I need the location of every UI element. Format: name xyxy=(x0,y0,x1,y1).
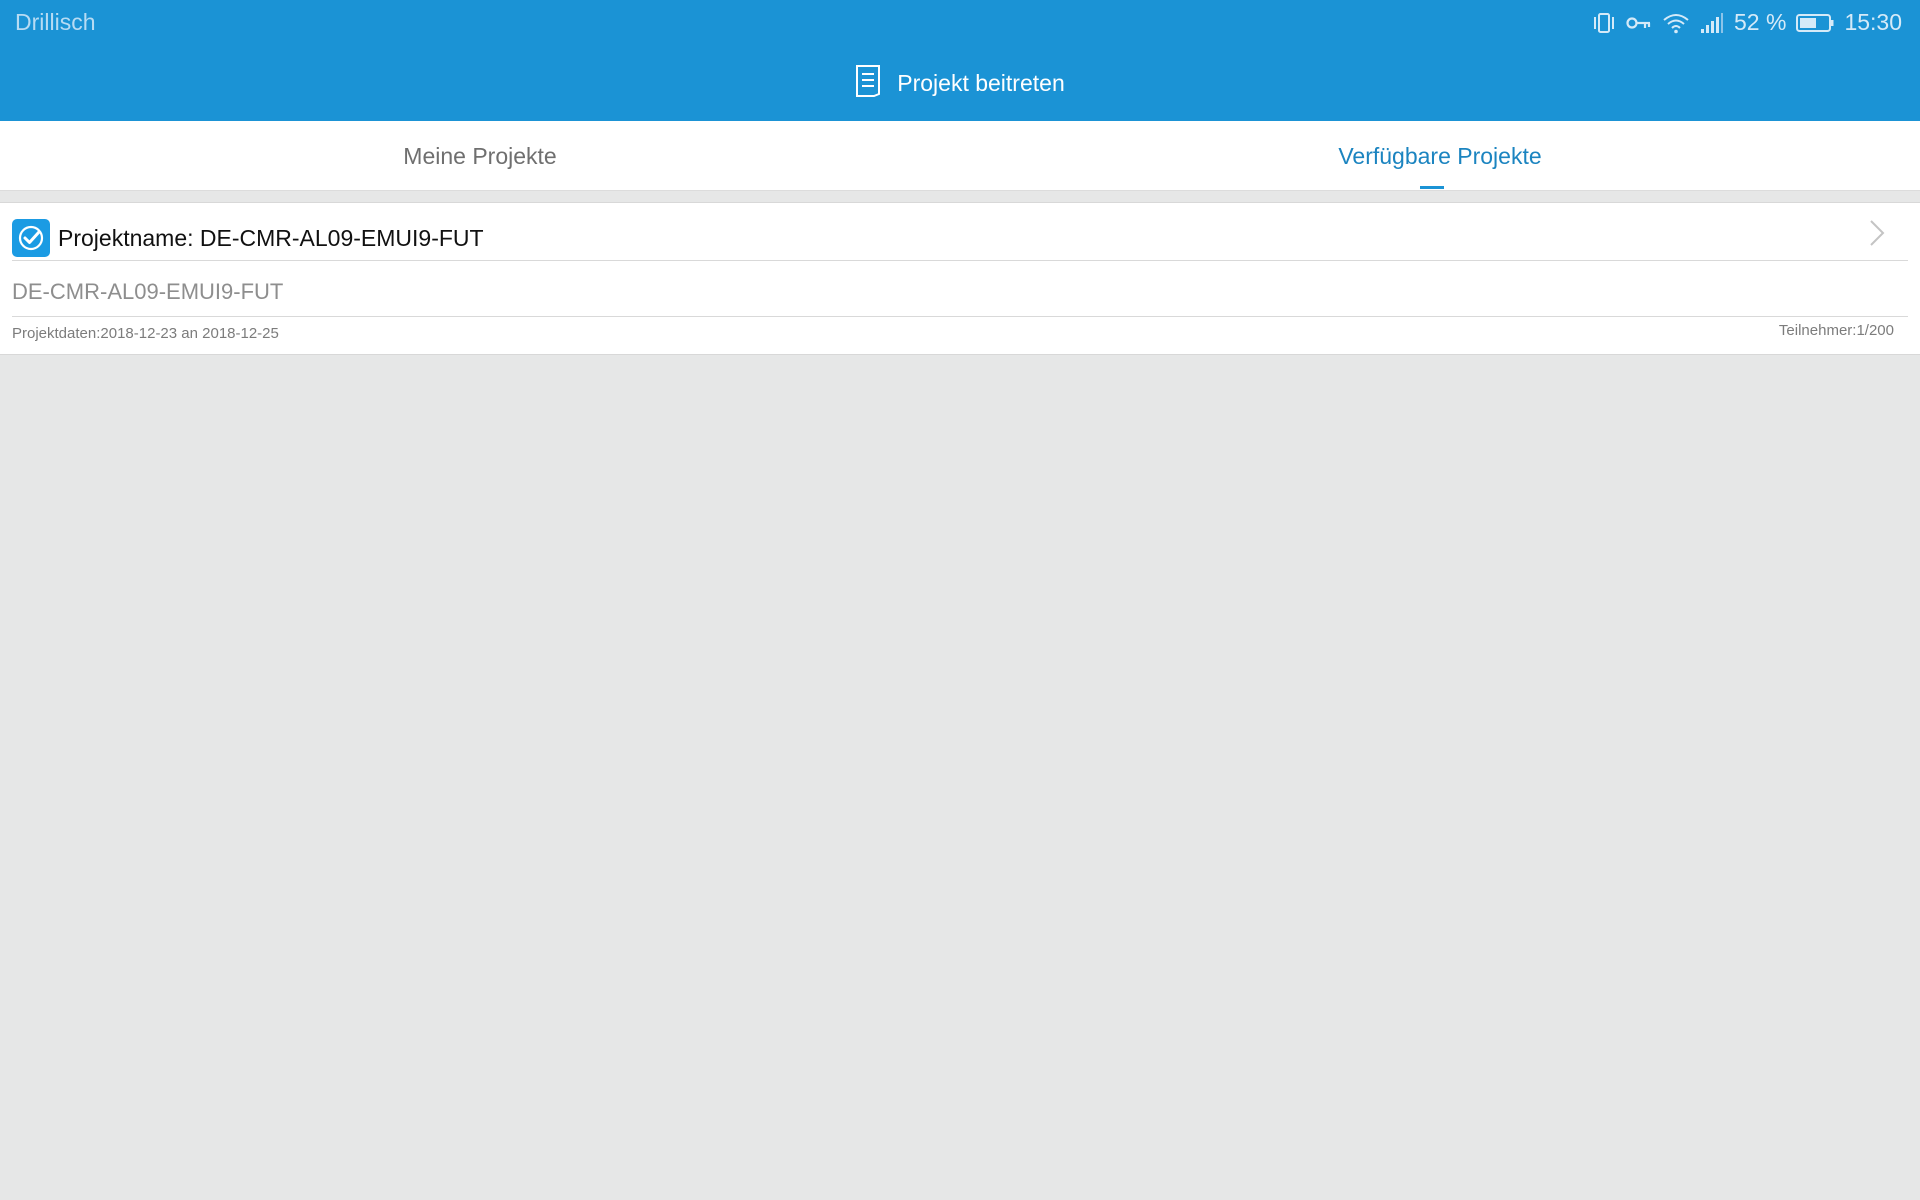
status-bar: Drillisch 52 % 15:30 xyxy=(0,0,1920,45)
tab-bar: Meine Projekte Verfügbare Projekte xyxy=(0,121,1920,191)
vpn-key-icon xyxy=(1626,13,1652,33)
divider xyxy=(12,260,1908,261)
battery-icon xyxy=(1796,13,1834,33)
vibrate-icon xyxy=(1592,12,1616,34)
chevron-right-icon[interactable] xyxy=(1868,218,1886,253)
app-root: Drillisch 52 % 15:30 Projekt beitreten M… xyxy=(0,0,1920,1200)
wifi-icon xyxy=(1662,12,1690,34)
project-name: Projektname: DE-CMR-AL09-EMUI9-FUT xyxy=(58,225,484,251)
active-tab-indicator xyxy=(1420,186,1444,189)
status-indicators: 52 % 15:30 xyxy=(1592,9,1902,36)
divider xyxy=(12,316,1908,317)
signal-icon xyxy=(1700,12,1724,34)
title-bar: Projekt beitreten xyxy=(0,45,1920,121)
project-list-item[interactable]: Projektname: DE-CMR-AL09-EMUI9-FUT DE-CM… xyxy=(0,202,1920,355)
project-dates: Projektdaten:2018-12-23 an 2018-12-25 xyxy=(12,325,279,342)
project-header-row: Projektname: DE-CMR-AL09-EMUI9-FUT xyxy=(0,203,1920,260)
clock-time: 15:30 xyxy=(1844,9,1902,35)
carrier-name: Drillisch xyxy=(15,9,96,35)
app-header: Drillisch 52 % 15:30 Projekt beitreten xyxy=(0,0,1920,121)
project-subtitle: DE-CMR-AL09-EMUI9-FUT xyxy=(12,279,284,304)
tab-available-projects[interactable]: Verfügbare Projekte xyxy=(960,121,1920,191)
battery-percent: 52 % xyxy=(1734,9,1787,35)
tab-my-projects[interactable]: Meine Projekte xyxy=(0,121,960,191)
document-icon xyxy=(855,64,881,103)
page-title: Projekt beitreten xyxy=(897,69,1065,96)
checked-badge-icon xyxy=(12,219,50,257)
participant-count: Teilnehmer:1/200 xyxy=(1778,322,1894,339)
